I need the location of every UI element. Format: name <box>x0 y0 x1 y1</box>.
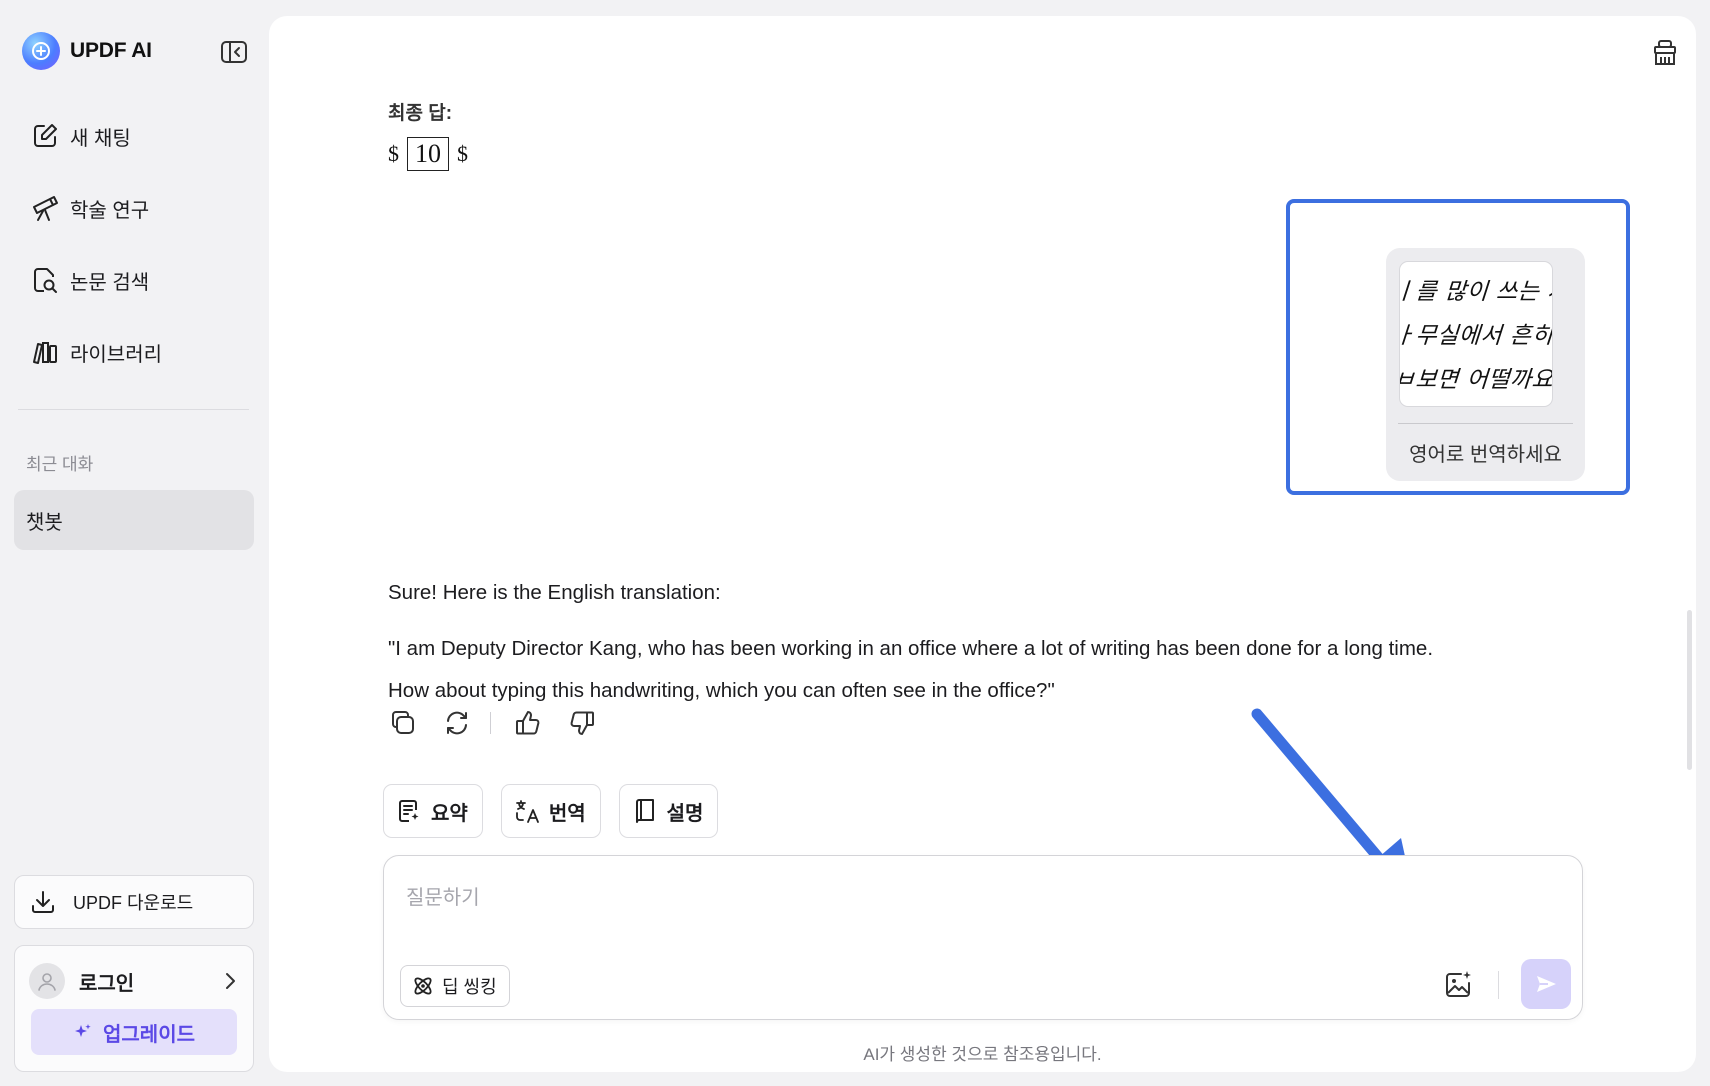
thumbs-up-icon[interactable] <box>513 708 543 738</box>
math-delimiter: $ <box>388 141 399 166</box>
download-updf-button[interactable]: UPDF 다운로드 <box>14 875 254 929</box>
handwriting-image[interactable]: ㅣ를 많이 쓰는 사 ㅏ무실에서 흔히 ㅂ보면 어떨까요? <box>1399 261 1553 407</box>
sidebar-item-label: 라이브러리 <box>70 343 162 366</box>
user-message-text: 영어로 번역하세요 <box>1409 444 1562 466</box>
upgrade-button[interactable]: 업그레이드 <box>31 1009 237 1055</box>
final-answer-title: 최종 답: <box>388 103 453 124</box>
final-answer-math: $ 10 $ <box>388 137 468 171</box>
copy-icon[interactable] <box>388 708 418 738</box>
deep-thinking-label: 딥 씽킹 <box>442 977 497 997</box>
summary-icon <box>396 798 422 824</box>
send-icon <box>1534 972 1558 996</box>
sidebar-item-paper-search[interactable]: 논문 검색 <box>14 252 254 308</box>
response-actions <box>388 708 621 738</box>
translate-icon <box>514 798 540 824</box>
user-message: ㅣ를 많이 쓰는 사 ㅏ무실에서 흔히 ㅂ보면 어떨까요? 영어로 번역하세요 <box>1386 248 1585 481</box>
chip-label: 설명 <box>666 802 704 825</box>
explain-button[interactable]: 설명 <box>618 784 719 838</box>
actions-divider <box>490 712 491 734</box>
summary-button[interactable]: 요약 <box>383 784 483 838</box>
scrollbar[interactable] <box>1687 610 1692 770</box>
brand: UPDF AI <box>22 32 152 70</box>
brand-name: UPDF AI <box>70 39 152 62</box>
sidebar-item-label: 새 채팅 <box>70 127 131 150</box>
deep-thinking-button[interactable]: 딥 씽킹 <box>400 965 510 1007</box>
edit-icon <box>30 121 60 151</box>
sidebar-item-label: 논문 검색 <box>70 271 150 294</box>
regenerate-icon[interactable] <box>442 708 472 738</box>
chat-panel: 최종 답: $ 10 $ ㅣ를 많이 쓰는 사 ㅏ무실에서 흔히 ㅂ보면 어떨까… <box>269 16 1696 1072</box>
translate-button[interactable]: 번역 <box>500 784 601 838</box>
response-line: "I am Deputy Director Kang, who has been… <box>388 637 1434 660</box>
library-icon <box>30 337 60 367</box>
recent-conversations-title: 최근 대화 <box>26 455 94 474</box>
send-button[interactable] <box>1521 959 1571 1009</box>
final-answer: 최종 답: $ 10 $ <box>388 98 468 171</box>
chip-label: 요약 <box>431 802 468 825</box>
account-card: 로그인 업그레이드 <box>14 945 254 1072</box>
download-icon <box>29 888 57 916</box>
sidebar-nav: 새 채팅 학술 연구 논문 검색 라이브러리 <box>14 108 254 396</box>
composer: 딥 씽킹 <box>383 855 1583 1020</box>
document-search-icon <box>30 265 60 295</box>
sparkle-icon <box>73 1022 93 1042</box>
thumbs-down-icon[interactable] <box>567 708 597 738</box>
question-input[interactable] <box>406 880 1446 916</box>
quick-actions: 요약 번역 설명 <box>383 784 736 838</box>
download-label: UPDF 다운로드 <box>73 893 194 913</box>
atom-icon <box>411 974 435 998</box>
chevron-right-icon <box>225 971 237 991</box>
login-button[interactable]: 로그인 <box>29 962 241 1000</box>
recent-conversation-item[interactable]: 챗봇 <box>14 490 254 550</box>
boxed-answer: 10 <box>407 137 449 171</box>
sidebar-item-label: 학술 연구 <box>70 199 150 222</box>
disclaimer: AI가 생성한 것으로 참조용입니다. <box>863 1045 1102 1064</box>
updf-logo-icon <box>22 32 60 70</box>
response-line: How about typing this handwriting, which… <box>388 679 1055 702</box>
response-intro: Sure! Here is the English translation: <box>388 581 721 604</box>
telescope-icon <box>30 193 60 223</box>
sidebar-item-library[interactable]: 라이브러리 <box>14 324 254 380</box>
handwriting-line: ㅂ보면 어떨까요? <box>1399 367 1553 393</box>
book-icon <box>632 798 658 824</box>
upgrade-label: 업그레이드 <box>103 1023 195 1046</box>
sidebar-item-academic-research[interactable]: 학술 연구 <box>14 180 254 236</box>
handwriting-line: ㅣ를 많이 쓰는 사 <box>1399 279 1553 305</box>
assistant-response: Sure! Here is the English translation: "… <box>388 572 1598 712</box>
avatar <box>29 963 65 999</box>
chip-label: 번역 <box>548 802 586 825</box>
math-delimiter: $ <box>457 141 468 166</box>
sidebar-item-new-chat[interactable]: 새 채팅 <box>14 108 254 164</box>
sidebar: UPDF AI 새 채팅 학술 연구 논문 검색 라이브러리 최근 대화 챗봇 … <box>0 0 269 1086</box>
image-upload-icon[interactable] <box>1441 968 1475 1002</box>
handwriting-line: ㅏ무실에서 흔히 <box>1399 323 1553 349</box>
sidebar-collapse-icon[interactable] <box>220 40 248 64</box>
message-divider <box>1398 423 1573 424</box>
composer-divider <box>1498 971 1499 999</box>
login-label: 로그인 <box>79 972 135 995</box>
clear-chat-icon[interactable] <box>1650 38 1680 68</box>
sidebar-divider <box>18 409 249 410</box>
